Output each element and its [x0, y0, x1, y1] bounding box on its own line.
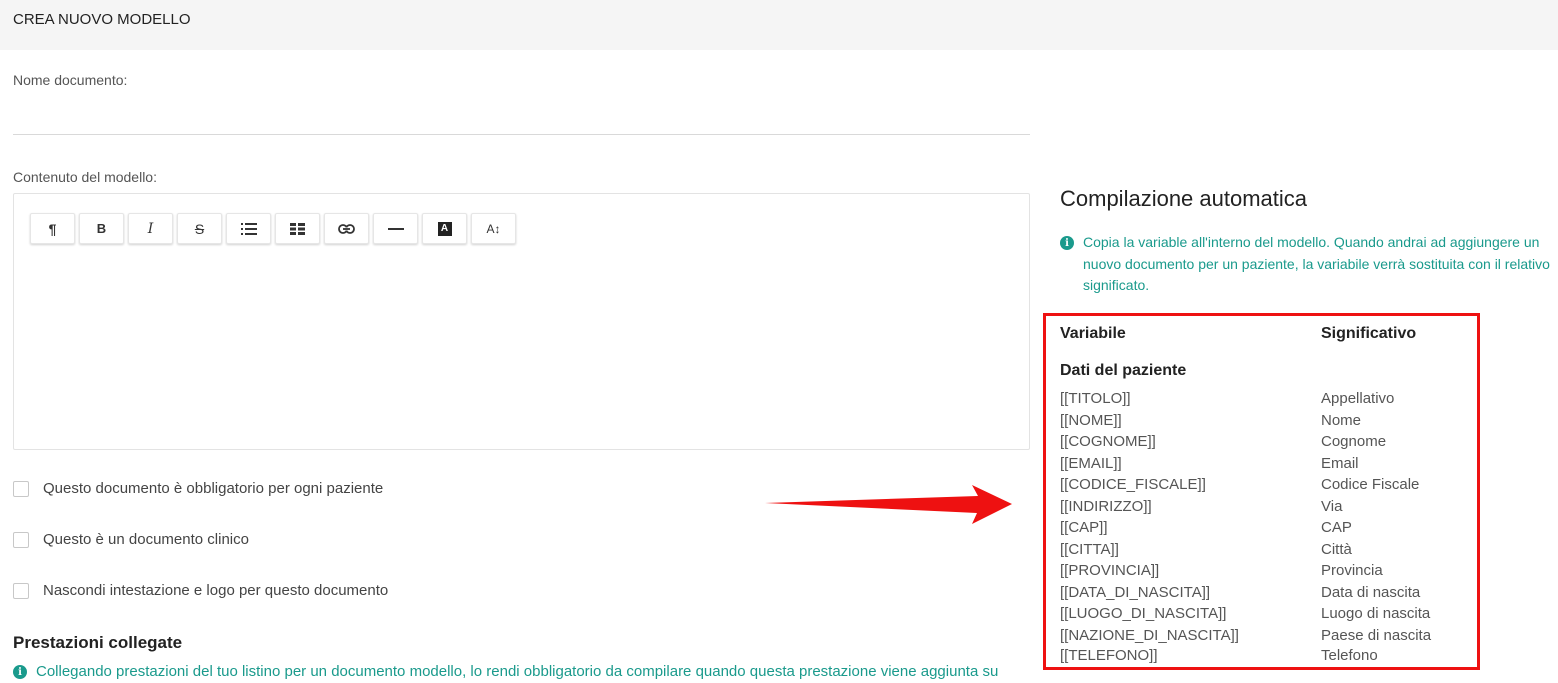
- variable-meaning: CAP: [1321, 519, 1352, 536]
- doc-name-underline: [13, 134, 1030, 135]
- italic-button[interactable]: I: [128, 213, 173, 244]
- variable-name[interactable]: [[INDIRIZZO]]: [1060, 498, 1152, 515]
- mandatory-checkbox[interactable]: [13, 480, 29, 497]
- table-button[interactable]: [275, 213, 320, 244]
- variable-row: [[EMAIL]] Email: [1060, 455, 1470, 476]
- variable-name[interactable]: [[LUOGO_DI_NASCITA]]: [1060, 605, 1226, 622]
- strikethrough-icon: S: [194, 220, 205, 237]
- variable-row: [[LUOGO_DI_NASCITA]] Luogo di nascita: [1060, 605, 1470, 626]
- rich-text-editor[interactable]: ¶ B I S A A↕: [13, 193, 1030, 450]
- variable-meaning: Paese di nascita: [1321, 626, 1432, 644]
- variable-name[interactable]: [[TELEFONO]]: [1060, 647, 1158, 664]
- horizontal-rule-button[interactable]: [373, 213, 418, 244]
- bold-button[interactable]: B: [79, 213, 124, 244]
- variable-meaning: Codice Fiscale: [1321, 476, 1420, 493]
- text-color-button[interactable]: A: [422, 213, 467, 244]
- doc-name-label: Nome documento:: [13, 72, 128, 88]
- variable-name[interactable]: [[NAZIONE_DI_NASCITA]]: [1060, 627, 1239, 644]
- variable-name[interactable]: [[DATA_DI_NASCITA]]: [1060, 584, 1210, 601]
- paragraph-icon: ¶: [48, 220, 57, 237]
- variable-row: [[CODICE_FISCALE]] Codice Fiscale: [1060, 476, 1470, 497]
- meaning-column-header: Significativo: [1321, 325, 1417, 342]
- mandatory-checkbox-row[interactable]: Questo documento è obbligatorio per ogni…: [13, 480, 383, 497]
- linked-services-title: Prestazioni collegate: [13, 633, 183, 652]
- variable-name[interactable]: [[COGNOME]]: [1060, 433, 1156, 450]
- variable-row: [[COGNOME]] Cognome: [1060, 433, 1470, 454]
- page-title: CREA NUOVO MODELLO: [13, 11, 191, 28]
- variable-name[interactable]: [[CAP]]: [1060, 519, 1108, 536]
- variable-name[interactable]: [[TITOLO]]: [1060, 390, 1131, 407]
- italic-icon: I: [147, 220, 154, 237]
- paragraph-button[interactable]: ¶: [30, 213, 75, 244]
- link-icon: [338, 223, 355, 234]
- variable-meaning: Città: [1321, 540, 1352, 558]
- hide-header-checkbox-label: Nascondi intestazione e logo per questo …: [43, 582, 389, 599]
- editor-toolbar: ¶ B I S A A↕: [30, 213, 516, 244]
- variable-row: [[TITOLO]] Appellativo: [1060, 390, 1470, 411]
- bold-icon: B: [96, 221, 107, 236]
- variable-meaning: Luogo di nascita: [1321, 605, 1431, 622]
- text-color-icon: A: [437, 221, 452, 236]
- variable-name[interactable]: [[CITTA]]: [1060, 541, 1119, 558]
- variable-row: [[NAZIONE_DI_NASCITA]] Paese di nascita: [1060, 627, 1470, 648]
- autofill-info-text: Copia la variable all'interno del modell…: [1083, 234, 1550, 293]
- variable-row: [[CAP]] CAP: [1060, 519, 1470, 540]
- info-icon: i: [1060, 236, 1074, 250]
- variable-row: [[INDIRIZZO]] Via: [1060, 498, 1470, 519]
- variable-row: [[DATA_DI_NASCITA]] Data di nascita: [1060, 584, 1470, 605]
- clinical-checkbox-label: Questo è un documento clinico: [43, 531, 249, 548]
- font-size-button[interactable]: A↕: [471, 213, 516, 244]
- variable-meaning: Nome: [1321, 411, 1362, 429]
- variable-meaning: Email: [1321, 454, 1359, 472]
- variable-meaning: Cognome: [1321, 433, 1387, 450]
- variable-name[interactable]: [[CODICE_FISCALE]]: [1060, 476, 1206, 493]
- variable-meaning: Data di nascita: [1321, 583, 1421, 601]
- variable-row: [[TELEFONO]] Telefono: [1060, 647, 1470, 668]
- patient-data-group-title: Dati del paziente: [1060, 362, 1187, 379]
- variable-name[interactable]: [[EMAIL]]: [1060, 455, 1122, 472]
- info-icon: i: [13, 665, 27, 679]
- variable-meaning: Telefono: [1321, 647, 1378, 664]
- link-button[interactable]: [324, 213, 369, 244]
- horizontal-rule-icon: [387, 227, 404, 230]
- page-header: CREA NUOVO MODELLO: [0, 0, 1558, 50]
- linked-services-info-text: Collegando prestazioni del tuo listino p…: [36, 663, 999, 680]
- hide-header-checkbox-row[interactable]: Nascondi intestazione e logo per questo …: [13, 582, 388, 599]
- variable-name[interactable]: [[NOME]]: [1060, 412, 1122, 429]
- variable-row: [[NOME]] Nome: [1060, 412, 1470, 433]
- variable-meaning: Appellativo: [1321, 390, 1395, 407]
- variable-row: [[CITTA]] Città: [1060, 541, 1470, 562]
- content-label: Contenuto del modello:: [13, 169, 157, 185]
- bullet-list-icon: [240, 222, 257, 235]
- clinical-checkbox[interactable]: [13, 531, 29, 548]
- table-icon: [290, 222, 305, 235]
- variable-column-header: Variabile: [1060, 325, 1126, 342]
- hide-header-checkbox[interactable]: [13, 582, 29, 599]
- doc-name-input[interactable]: [13, 96, 1030, 134]
- mandatory-checkbox-label: Questo documento è obbligatorio per ogni…: [43, 480, 384, 497]
- autofill-title: Compilazione automatica: [1060, 186, 1308, 211]
- font-size-icon: A↕: [486, 221, 501, 236]
- variable-name[interactable]: [[PROVINCIA]]: [1060, 562, 1159, 579]
- bullet-list-button[interactable]: [226, 213, 271, 244]
- variable-meaning: Via: [1321, 497, 1343, 515]
- strikethrough-button[interactable]: S: [177, 213, 222, 244]
- clinical-checkbox-row[interactable]: Questo è un documento clinico: [13, 531, 249, 548]
- variable-row: [[PROVINCIA]] Provincia: [1060, 562, 1470, 583]
- variable-meaning: Provincia: [1321, 562, 1383, 579]
